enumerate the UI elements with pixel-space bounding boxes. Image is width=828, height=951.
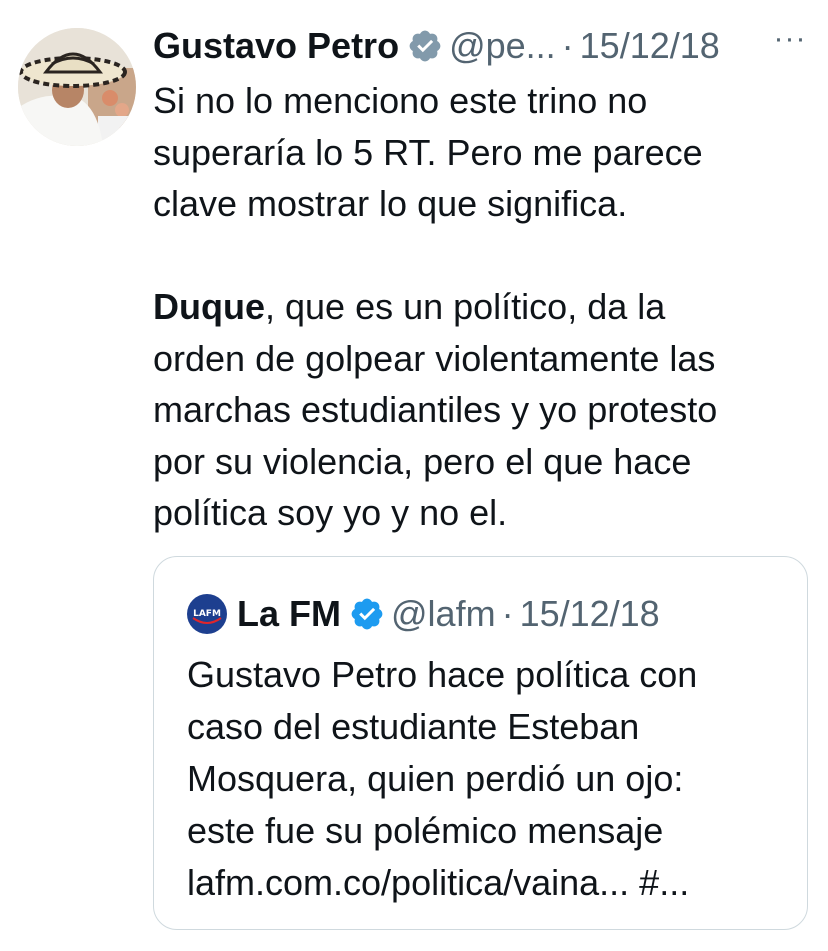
more-options-icon[interactable]: ···: [770, 22, 810, 70]
tweet-line: clave mostrar lo que significa.: [153, 183, 628, 224]
author-handle[interactable]: @pe...: [449, 22, 556, 70]
lafm-logo-icon[interactable]: LAFM: [187, 594, 227, 634]
quoted-tweet-body: Gustavo Petro hace política con caso del…: [187, 649, 787, 909]
verified-badge-icon[interactable]: [407, 28, 443, 64]
tweet-line: Duque, que es un político, da la: [153, 281, 803, 333]
quoted-line: Mosquera, quien perdió un ojo:: [187, 758, 684, 799]
avatar-photo-icon: [18, 28, 136, 146]
lafm-logo-text: LAFM: [193, 609, 221, 619]
tweet-line: superaría lo 5 RT. Pero me parece: [153, 131, 703, 173]
mention-bold-word: Duque: [153, 286, 265, 327]
tweet-line-rest: , que es un político, da la: [265, 286, 666, 327]
separator-dot: ·: [561, 25, 574, 66]
tweet[interactable]: Gustavo Petro @pe... · 15/12/18 ··· Si n…: [0, 0, 828, 951]
tweet-line: por su violencia, pero el que hace: [153, 440, 692, 482]
tweet-header: Gustavo Petro @pe... · 15/12/18: [153, 22, 813, 70]
quoted-tweet-header: LAFM La FM @lafm · 15/12/18: [187, 590, 660, 638]
verified-badge-icon[interactable]: [349, 596, 385, 632]
tweet-body: Si no lo menciono este trino no superarí…: [153, 75, 803, 539]
author-name[interactable]: Gustavo Petro: [153, 22, 399, 70]
quoted-tweet-card[interactable]: LAFM La FM @lafm · 15/12/18 Gustavo Petr…: [153, 556, 808, 930]
tweet-line: orden de golpear violentamente las: [153, 337, 716, 379]
quoted-author-name[interactable]: La FM: [237, 590, 341, 638]
tweet-line: Si no lo menciono este trino no: [153, 80, 648, 121]
tweet-line: política soy yo y no el.: [153, 492, 508, 533]
author-avatar[interactable]: [18, 28, 136, 146]
tweet-date[interactable]: 15/12/18: [580, 22, 720, 70]
quoted-line: Gustavo Petro hace política con: [187, 654, 698, 695]
separator-dot: ·: [501, 593, 514, 634]
quoted-line: este fue su polémico mensaje: [187, 810, 664, 851]
quoted-tweet-date[interactable]: 15/12/18: [520, 590, 660, 638]
quoted-link[interactable]: lafm.com.co/politica/vaina... #...: [187, 857, 787, 909]
tweet-line: marchas estudiantiles y yo protesto: [153, 389, 718, 430]
quoted-author-handle[interactable]: @lafm: [391, 590, 496, 638]
quoted-line: caso del estudiante Esteban: [187, 706, 640, 747]
